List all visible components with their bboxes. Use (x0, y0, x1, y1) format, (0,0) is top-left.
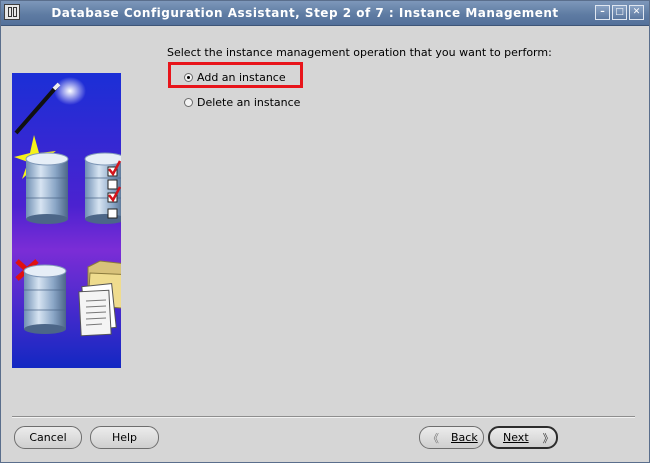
help-button-label: Help (111, 431, 138, 444)
maximize-button[interactable]: □ (612, 5, 627, 20)
delete-instance-label[interactable]: Delete an instance (197, 96, 300, 109)
footer-divider (12, 416, 635, 418)
add-instance-label[interactable]: Add an instance (197, 71, 286, 84)
title-bar: Database Configuration Assistant, Step 2… (1, 1, 649, 26)
chevron-left-icon: 《 (428, 431, 439, 445)
next-button[interactable]: Next 》 (488, 426, 558, 449)
dbca-window: Database Configuration Assistant, Step 2… (0, 0, 650, 463)
instance-management-illustration (12, 73, 121, 368)
chevron-right-icon: 》 (542, 431, 554, 445)
database-icon (25, 152, 69, 224)
back-button[interactable]: 《 Back (419, 426, 484, 449)
operation-prompt: Select the instance management operation… (167, 46, 552, 59)
minimize-button[interactable]: – (595, 5, 610, 20)
add-instance-radio[interactable] (184, 72, 193, 82)
delete-instance-radio[interactable] (184, 97, 193, 107)
database-icon (23, 264, 67, 334)
window-title: Database Configuration Assistant, Step 2… (51, 6, 559, 20)
help-button[interactable]: Help (90, 426, 159, 449)
back-button-label: Back (451, 431, 478, 444)
add-instance-option[interactable]: Add an instance (184, 69, 286, 85)
delete-instance-option[interactable]: Delete an instance (184, 94, 300, 110)
cancel-button[interactable]: Cancel (14, 426, 82, 449)
next-button-label: Next (503, 431, 529, 444)
cancel-button-label: Cancel (29, 431, 67, 444)
close-button[interactable]: ✕ (629, 5, 644, 20)
